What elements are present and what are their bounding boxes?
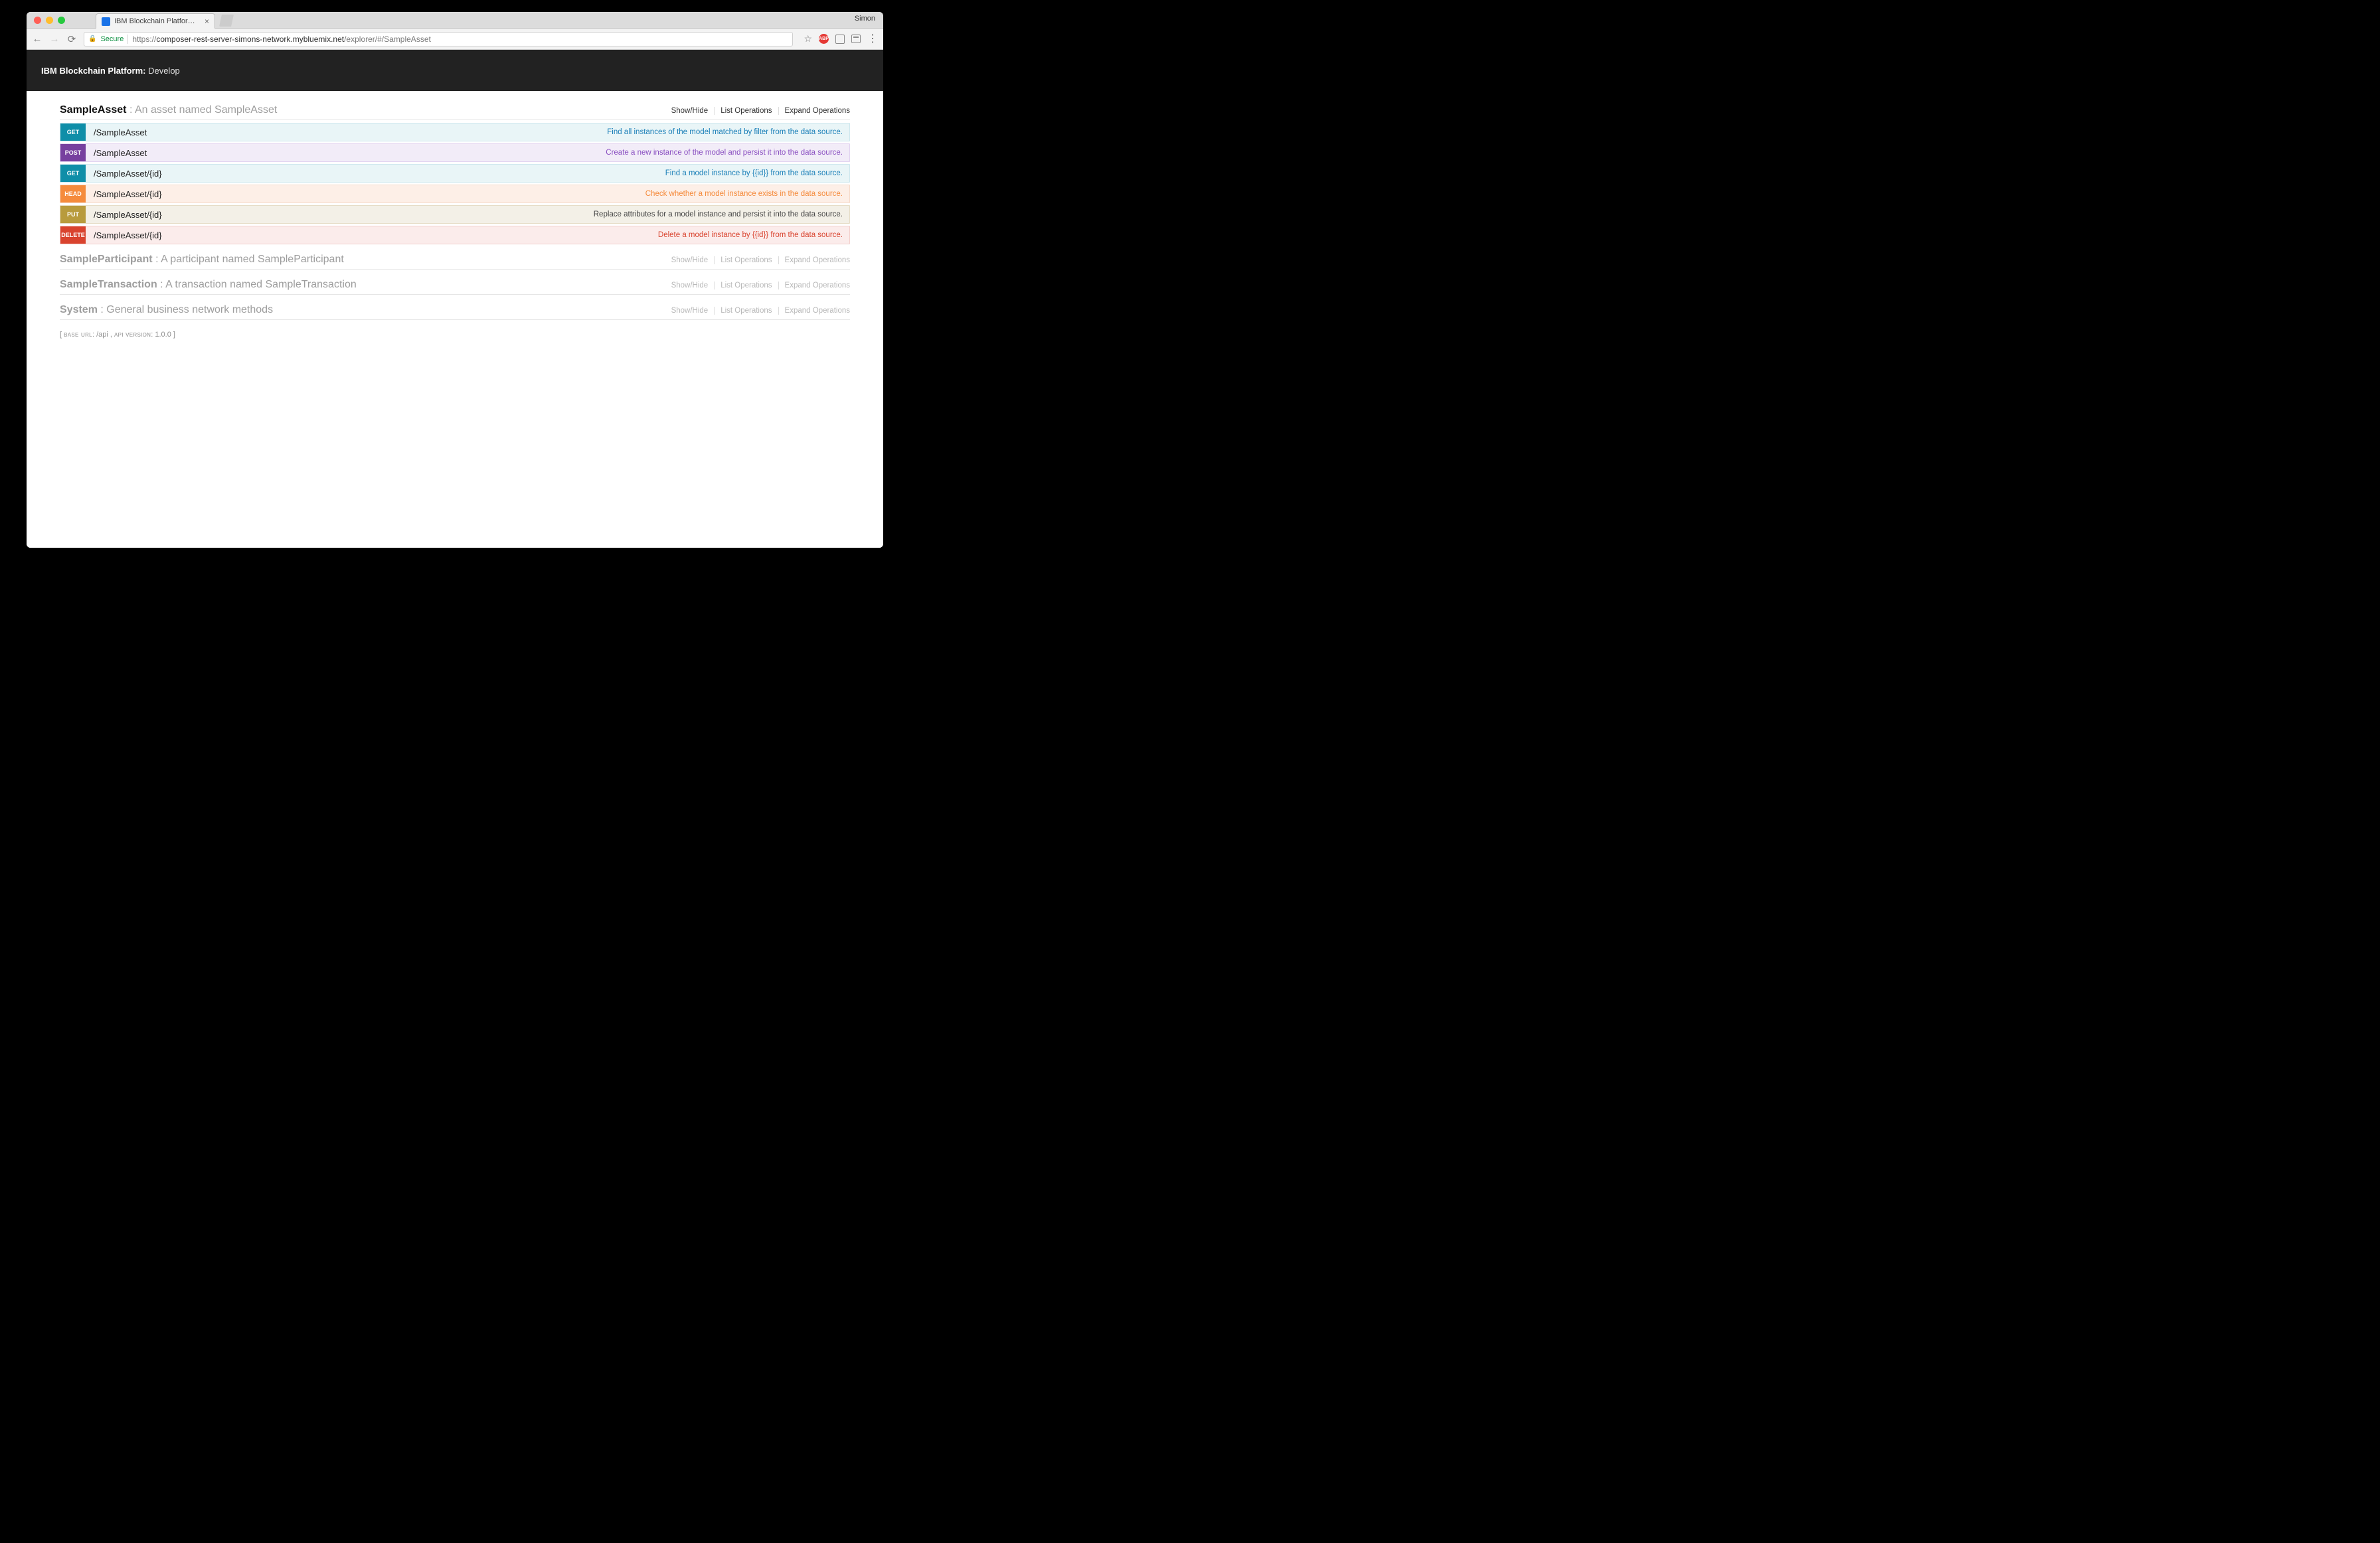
section-name: SampleParticipant bbox=[60, 254, 153, 265]
tab-strip: IBM Blockchain Platform: Deve × Simon bbox=[27, 12, 883, 29]
section-name: System bbox=[60, 304, 98, 315]
brand-strong: IBM Blockchain Platform: bbox=[41, 66, 145, 76]
toolbar-right: ☆ ABP ⋮ bbox=[800, 33, 878, 44]
extension-icon[interactable] bbox=[835, 35, 845, 44]
show-hide-link[interactable]: Show/Hide bbox=[665, 256, 715, 264]
operation-path: /SampleAsset/{id} bbox=[86, 210, 594, 220]
operation-path: /SampleAsset/{id} bbox=[86, 169, 665, 179]
bookmark-icon[interactable]: ☆ bbox=[804, 33, 812, 44]
operation-row[interactable]: DELETE /SampleAsset/{id} Delete a model … bbox=[60, 226, 850, 244]
section-actions: Show/Hide List Operations Expand Operati… bbox=[665, 256, 850, 264]
brand: IBM Blockchain Platform: Develop bbox=[41, 66, 180, 76]
operation-desc: Replace attributes for a model instance … bbox=[594, 210, 849, 218]
expand-operations-link[interactable]: Expand Operations bbox=[779, 107, 850, 115]
operation-row[interactable]: POST /SampleAsset Create a new instance … bbox=[60, 143, 850, 162]
show-hide-link[interactable]: Show/Hide bbox=[665, 107, 715, 115]
profile-label[interactable]: Simon bbox=[855, 15, 875, 23]
api-explorer: SampleAsset : An asset named SampleAsset… bbox=[27, 91, 883, 359]
section-title: SampleParticipant : A participant named … bbox=[60, 254, 344, 266]
base-url-value: /api bbox=[96, 331, 108, 339]
brand-rest: Develop bbox=[145, 66, 179, 76]
close-tab-icon[interactable]: × bbox=[205, 17, 209, 26]
operation-desc: Create a new instance of the model and p… bbox=[606, 149, 849, 157]
tab-title: IBM Blockchain Platform: Deve bbox=[114, 17, 201, 25]
adblock-icon[interactable]: ABP bbox=[819, 34, 829, 44]
operation-path: /SampleAsset bbox=[86, 127, 607, 137]
method-badge-post: POST bbox=[60, 144, 86, 161]
url-scheme: https:// bbox=[132, 35, 156, 44]
browser-window: IBM Blockchain Platform: Deve × Simon ← … bbox=[27, 12, 883, 548]
section-title: System : General business network method… bbox=[60, 304, 273, 316]
base-url-label: base url bbox=[64, 331, 92, 339]
section-desc: : A participant named SampleParticipant bbox=[155, 254, 344, 265]
section-header[interactable]: SampleParticipant : A participant named … bbox=[60, 250, 850, 270]
secure-label: Secure bbox=[100, 35, 124, 43]
api-version-value: 1.0.0 bbox=[155, 331, 171, 339]
url-host: composer-rest-server-simons-network.mybl… bbox=[156, 35, 344, 44]
operation-path: /SampleAsset/{id} bbox=[86, 230, 658, 240]
section-actions: Show/Hide List Operations Expand Operati… bbox=[665, 307, 850, 315]
list-operations-link[interactable]: List Operations bbox=[715, 282, 778, 289]
list-operations-link[interactable]: List Operations bbox=[715, 107, 778, 115]
method-badge-put: PUT bbox=[60, 206, 86, 223]
section-header[interactable]: SampleTransaction : A transaction named … bbox=[60, 275, 850, 295]
operations-list: GET /SampleAsset Find all instances of t… bbox=[60, 123, 850, 244]
expand-operations-link[interactable]: Expand Operations bbox=[779, 256, 850, 264]
operation-row[interactable]: GET /SampleAsset Find all instances of t… bbox=[60, 123, 850, 141]
browser-tab[interactable]: IBM Blockchain Platform: Deve × bbox=[96, 13, 215, 29]
forward-button[interactable]: → bbox=[49, 34, 60, 44]
method-badge-get: GET bbox=[60, 123, 86, 141]
fullscreen-window-button[interactable] bbox=[58, 17, 65, 24]
api-footer: [ base url: /api , api version: 1.0.0 ] bbox=[60, 331, 850, 339]
section-header[interactable]: SampleAsset : An asset named SampleAsset… bbox=[60, 100, 850, 120]
list-operations-link[interactable]: List Operations bbox=[715, 307, 778, 315]
lock-icon: 🔒 bbox=[88, 35, 96, 42]
section-name: SampleAsset bbox=[60, 104, 127, 116]
new-tab-button[interactable] bbox=[219, 15, 234, 27]
close-window-button[interactable] bbox=[34, 17, 41, 24]
method-badge-get: GET bbox=[60, 165, 86, 182]
favicon-icon bbox=[102, 17, 110, 26]
operation-desc: Delete a model instance by {{id}} from t… bbox=[658, 231, 849, 239]
section-header[interactable]: System : General business network method… bbox=[60, 300, 850, 320]
site-header: IBM Blockchain Platform: Develop bbox=[27, 50, 883, 91]
section-desc: : An asset named SampleAsset bbox=[129, 104, 277, 116]
section-desc: : General business network methods bbox=[100, 304, 273, 315]
expand-operations-link[interactable]: Expand Operations bbox=[779, 307, 850, 315]
address-bar[interactable]: 🔒 Secure https://composer-rest-server-si… bbox=[84, 32, 793, 46]
back-button[interactable]: ← bbox=[32, 34, 42, 44]
operation-desc: Check whether a model instance exists in… bbox=[645, 190, 849, 198]
url-path: /explorer/#/SampleAsset bbox=[344, 35, 431, 44]
api-version-label: api version bbox=[114, 331, 151, 339]
section-title: SampleTransaction : A transaction named … bbox=[60, 279, 357, 291]
section-actions: Show/Hide List Operations Expand Operati… bbox=[665, 282, 850, 289]
operation-path: /SampleAsset bbox=[86, 148, 606, 158]
operation-row[interactable]: GET /SampleAsset/{id} Find a model insta… bbox=[60, 164, 850, 183]
operation-row[interactable]: HEAD /SampleAsset/{id} Check whether a m… bbox=[60, 185, 850, 203]
operation-desc: Find a model instance by {{id}} from the… bbox=[665, 169, 849, 177]
operation-path: /SampleAsset/{id} bbox=[86, 189, 645, 199]
show-hide-link[interactable]: Show/Hide bbox=[665, 282, 715, 289]
method-badge-delete: DELETE bbox=[60, 226, 86, 244]
url-text: https://composer-rest-server-simons-netw… bbox=[132, 35, 431, 44]
operation-desc: Find all instances of the model matched … bbox=[607, 128, 849, 136]
extension-icon-2[interactable] bbox=[851, 35, 861, 43]
section-actions: Show/Hide List Operations Expand Operati… bbox=[665, 107, 850, 115]
section-desc: : A transaction named SampleTransaction bbox=[160, 279, 357, 290]
section-title: SampleAsset : An asset named SampleAsset bbox=[60, 104, 277, 116]
page: IBM Blockchain Platform: Develop SampleA… bbox=[27, 50, 883, 548]
list-operations-link[interactable]: List Operations bbox=[715, 256, 778, 264]
section-name: SampleTransaction bbox=[60, 279, 157, 290]
reload-button[interactable]: ⟳ bbox=[66, 34, 77, 44]
browser-toolbar: ← → ⟳ 🔒 Secure https://composer-rest-ser… bbox=[27, 29, 883, 50]
show-hide-link[interactable]: Show/Hide bbox=[665, 307, 715, 315]
method-badge-head: HEAD bbox=[60, 185, 86, 203]
expand-operations-link[interactable]: Expand Operations bbox=[779, 282, 850, 289]
bracket-close: ] bbox=[171, 331, 175, 339]
operation-row[interactable]: PUT /SampleAsset/{id} Replace attributes… bbox=[60, 205, 850, 224]
minimize-window-button[interactable] bbox=[46, 17, 53, 24]
window-controls bbox=[32, 17, 69, 28]
